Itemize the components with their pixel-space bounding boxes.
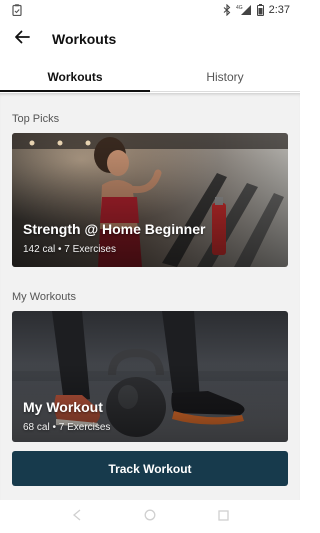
status-bar: 4G 2:37 xyxy=(0,0,300,20)
top-picks-heading: Top Picks xyxy=(12,113,60,125)
nav-recents-button[interactable] xyxy=(213,507,233,527)
top-picks-card-subtitle: 142 cal • 7 Exercises xyxy=(23,244,116,255)
my-workouts-heading: My Workouts xyxy=(12,291,76,303)
battery-icon xyxy=(256,4,264,16)
top-picks-card[interactable]: Strength @ Home Beginner 142 cal • 7 Exe… xyxy=(12,133,288,267)
clipboard-check-icon xyxy=(12,4,22,16)
nav-back-button[interactable] xyxy=(67,507,87,527)
my-workouts-card-title: My Workout xyxy=(23,399,103,415)
system-nav-bar xyxy=(0,500,300,533)
nav-home-button[interactable] xyxy=(140,507,160,527)
back-triangle-icon xyxy=(72,508,82,526)
page-title: Workouts xyxy=(52,31,117,47)
signal-icon: 4G xyxy=(236,4,252,16)
tab-workouts[interactable]: Workouts xyxy=(0,62,150,92)
my-workouts-card-subtitle: 68 cal • 7 Exercises xyxy=(23,422,111,433)
my-workouts-card[interactable]: My Workout 68 cal • 7 Exercises xyxy=(12,311,288,442)
back-button[interactable] xyxy=(10,27,34,51)
recents-square-icon xyxy=(218,508,229,526)
content-area: Top Picks Strength @ Home Beginner 142 c… xyxy=(0,93,300,500)
home-circle-icon xyxy=(144,508,156,526)
app-bar: Workouts xyxy=(0,20,300,58)
top-picks-card-title: Strength @ Home Beginner xyxy=(23,221,206,237)
bluetooth-icon xyxy=(223,4,231,16)
track-workout-button[interactable]: Track Workout xyxy=(12,451,288,486)
network-type-label: 4G xyxy=(236,5,243,11)
status-time: 2:37 xyxy=(268,4,290,16)
arrow-left-icon xyxy=(14,29,30,50)
tab-history[interactable]: History xyxy=(150,62,300,91)
tab-bar: Workouts History xyxy=(0,62,300,92)
